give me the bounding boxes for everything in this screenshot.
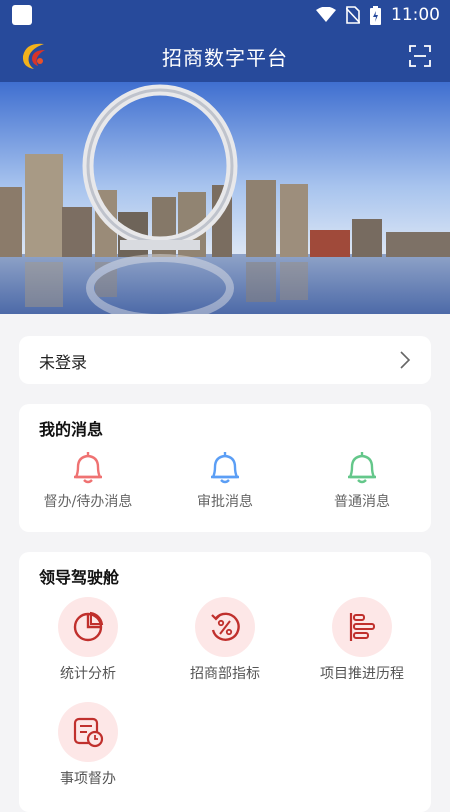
percent-cycle-icon: [211, 612, 240, 641]
scan-icon[interactable]: [408, 44, 432, 68]
message-item-approval[interactable]: 审批消息: [160, 449, 290, 511]
messages-title: 我的消息: [39, 420, 104, 439]
bell-icon: [348, 452, 376, 484]
document-clock-icon: [73, 717, 104, 748]
cockpit-item-project-progress[interactable]: 项目推进历程: [297, 597, 427, 683]
timeline-icon: [349, 613, 375, 641]
app-bar: 招商数字平台: [0, 30, 450, 82]
city-skyline-ring-banner: [0, 82, 450, 314]
message-item-supervise[interactable]: 督办/待办消息: [23, 449, 153, 511]
cockpit-item-statistics[interactable]: 统计分析: [23, 597, 153, 683]
message-label: 普通消息: [334, 494, 390, 510]
cockpit-label: 事项督办: [60, 771, 116, 787]
banner-image[interactable]: [0, 82, 450, 314]
battery-charging-icon: [370, 5, 381, 25]
login-card[interactable]: 未登录: [19, 336, 431, 384]
app-title: 招商数字平台: [162, 46, 288, 70]
status-right: 11:00: [316, 5, 440, 25]
pie-chart-icon: [73, 611, 104, 642]
cockpit-card: 领导驾驶舱 统计分析 招商部指标 项目推进历程 事项督办: [19, 552, 431, 812]
wifi-icon: [316, 7, 336, 22]
chevron-right-icon: [400, 351, 411, 369]
status-time: 11:00: [391, 5, 440, 25]
message-label: 审批消息: [197, 494, 253, 510]
cockpit-title: 领导驾驶舱: [39, 568, 120, 587]
no-sim-icon: [346, 6, 360, 24]
status-bar: 11:00: [0, 0, 450, 30]
message-item-general[interactable]: 普通消息: [297, 449, 427, 511]
cockpit-label: 招商部指标: [190, 666, 260, 682]
cockpit-label: 统计分析: [60, 666, 116, 682]
message-label: 督办/待办消息: [43, 494, 133, 510]
messages-card: 我的消息 督办/待办消息 审批消息 普通消息: [19, 404, 431, 532]
login-status: 未登录: [39, 353, 88, 372]
bell-icon: [211, 452, 239, 484]
cockpit-item-indicators[interactable]: 招商部指标: [160, 597, 290, 683]
cockpit-item-supervision[interactable]: 事项督办: [23, 702, 153, 788]
cockpit-label: 项目推进历程: [320, 666, 404, 682]
notification-icon: [12, 5, 32, 25]
bell-icon: [74, 452, 102, 484]
